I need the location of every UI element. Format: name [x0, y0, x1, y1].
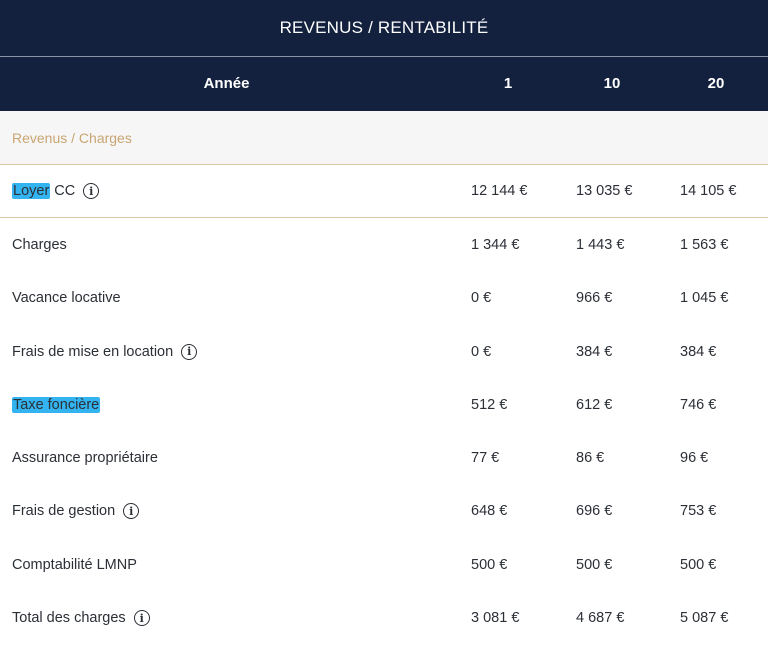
section-label: Revenus / Charges: [12, 130, 132, 146]
row-value-year-10: 13 035 €: [576, 183, 633, 200]
table-row: Vacance locative 0 € 966 € 1 045 €: [0, 272, 768, 325]
row-label: Loyer CC i: [12, 165, 100, 217]
row-value-year-20: 753 €: [680, 503, 717, 520]
row-value-year-1: 648 €: [471, 503, 508, 520]
row-value-year-1: 0 €: [471, 290, 492, 307]
info-icon[interactable]: i: [133, 610, 150, 627]
row-value-year-10: 1 443 €: [576, 236, 625, 253]
section-header: Revenus / Charges: [0, 111, 768, 165]
row-label-text: Total des charges: [12, 610, 126, 627]
row-value-year-10: 4 687 €: [576, 610, 625, 627]
row-value-year-1: 77 €: [471, 450, 500, 467]
table-row: Loyer CC i 12 144 € 13 035 € 14 105 €: [0, 165, 768, 219]
row-label-text: Comptabilité LMNP: [12, 556, 137, 573]
table-header-row: Année 1 10 20: [0, 57, 768, 111]
row-value-year-1: 0 €: [471, 343, 492, 360]
row-label: Taxe foncière: [12, 378, 101, 431]
header-year-10: 10: [603, 75, 621, 92]
info-icon[interactable]: i: [83, 183, 100, 200]
row-value-year-20: 14 105 €: [680, 183, 737, 200]
row-value-year-1: 512 €: [471, 396, 508, 413]
row-value-year-10: 966 €: [576, 290, 613, 307]
row-value-year-20: 1 045 €: [680, 290, 729, 307]
row-label: Vacance locative: [12, 272, 121, 325]
header-year-1: 1: [503, 75, 513, 92]
info-icon[interactable]: i: [123, 503, 140, 520]
row-value-year-1: 500 €: [471, 556, 508, 573]
row-value-year-20: 384 €: [680, 343, 717, 360]
row-value-year-20: 746 €: [680, 396, 717, 413]
row-label-text: Assurance propriétaire: [12, 450, 158, 467]
row-label: Frais de gestion i: [12, 485, 140, 538]
table-row: Assurance propriétaire 77 € 86 € 96 €: [0, 431, 768, 484]
header-year-20: 20: [707, 75, 725, 92]
table-row: Total des charges i 3 081 € 4 687 € 5 08…: [0, 591, 768, 644]
row-value-year-20: 96 €: [680, 450, 709, 467]
row-label: Assurance propriétaire: [12, 431, 158, 484]
row-label: Comptabilité LMNP: [12, 538, 137, 591]
row-value-year-10: 612 €: [576, 396, 613, 413]
row-label-text: Frais de mise en location: [12, 343, 174, 360]
row-value-year-10: 86 €: [576, 450, 605, 467]
row-label-text: Vacance locative: [12, 290, 121, 307]
header-year-label: Année: [203, 75, 250, 92]
table-title-text: REVENUS / RENTABILITÉ: [279, 18, 489, 37]
table-row: Frais de gestion i 648 € 696 € 753 €: [0, 485, 768, 538]
row-value-year-20: 1 563 €: [680, 236, 729, 253]
row-value-year-10: 384 €: [576, 343, 613, 360]
table-title: REVENUS / RENTABILITÉ: [0, 0, 768, 57]
row-label-text: Charges: [12, 236, 67, 253]
row-value-year-20: 500 €: [680, 556, 717, 573]
row-value-year-10: 696 €: [576, 503, 613, 520]
row-value-year-1: 3 081 €: [471, 610, 520, 627]
row-label-highlight: Taxe foncière: [12, 396, 101, 413]
info-icon[interactable]: i: [181, 343, 198, 360]
table-row: Comptabilité LMNP 500 € 500 € 500 €: [0, 538, 768, 591]
row-value-year-1: 12 144 €: [471, 183, 528, 200]
table-row: Charges 1 344 € 1 443 € 1 563 €: [0, 218, 768, 271]
row-label-text: CC: [50, 183, 76, 200]
table-row: Frais de mise en location i 0 € 384 € 38…: [0, 325, 768, 378]
row-label-text: Frais de gestion: [12, 503, 116, 520]
row-label: Frais de mise en location i: [12, 325, 198, 378]
row-label: Total des charges i: [12, 591, 150, 644]
row-value-year-20: 5 087 €: [680, 610, 729, 627]
row-label-highlight: Loyer: [12, 183, 51, 200]
row-value-year-1: 1 344 €: [471, 236, 520, 253]
row-label: Charges: [12, 218, 67, 271]
table-row: Taxe foncière 512 € 612 € 746 €: [0, 378, 768, 431]
row-value-year-10: 500 €: [576, 556, 613, 573]
